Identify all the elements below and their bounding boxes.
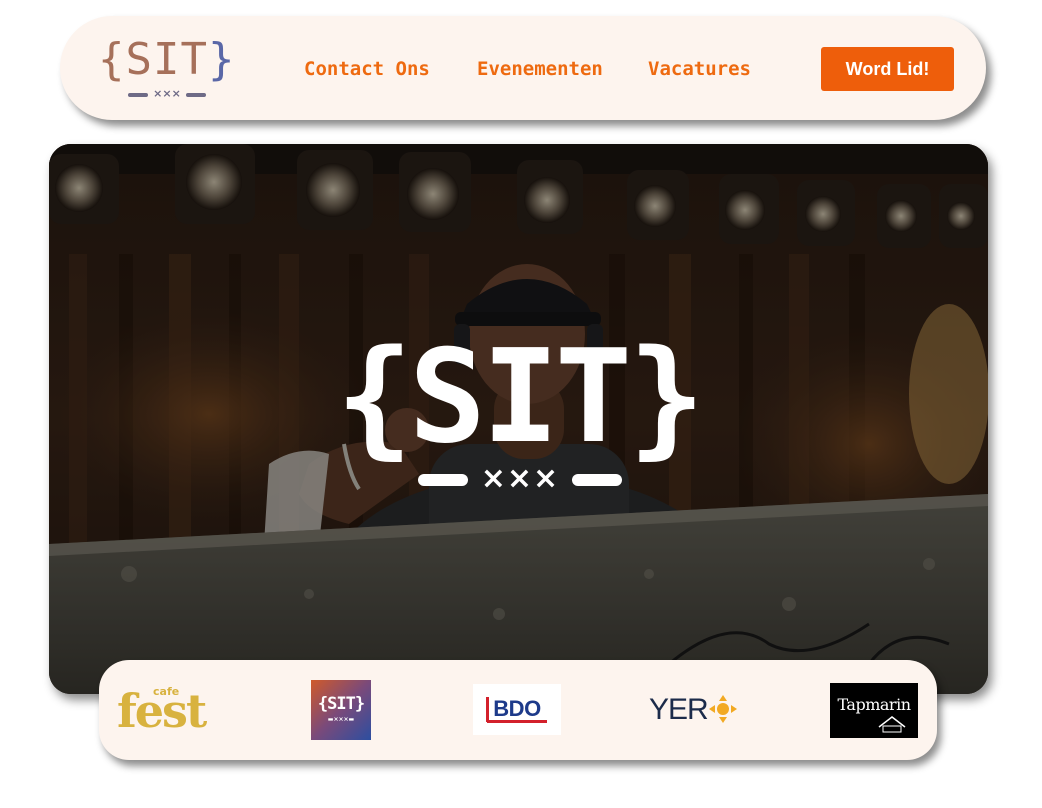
- sit-logo-wordmark: {SIT}: [98, 34, 236, 85]
- nav-link-vacatures[interactable]: Vacatures: [648, 56, 751, 82]
- partner-logos-bar: cafe fest {SIT} ▬×××▬ BDO YER Tapmarin: [99, 660, 937, 760]
- sit-logo[interactable]: {SIT} ×××: [98, 34, 236, 100]
- yer-emblem-icon: [709, 695, 737, 723]
- hero-banner: {SIT} ×××: [49, 144, 988, 694]
- nav-link-evenementen[interactable]: Evenementen: [477, 56, 603, 82]
- hero-sit-underline: ×××: [418, 462, 622, 496]
- nav-link-contact-ons[interactable]: Contact Ons: [304, 56, 430, 82]
- sit-logo-underline: ×××: [128, 87, 206, 100]
- tapmarin-roof-icon: [878, 716, 906, 733]
- hero-sit-wordmark: {SIT}: [335, 323, 705, 472]
- partner-logo-sit[interactable]: {SIT} ▬×××▬: [311, 680, 371, 740]
- word-lid-button[interactable]: Word Lid!: [821, 47, 954, 91]
- hero-sit-logo: {SIT} ×××: [49, 144, 988, 694]
- partner-logo-cafe-fest[interactable]: cafe fest: [117, 660, 213, 760]
- partner-logo-bdo[interactable]: BDO: [473, 684, 561, 735]
- partner-logo-tapmarin[interactable]: Tapmarin: [830, 683, 918, 738]
- partner-logo-yer[interactable]: YER: [649, 690, 745, 730]
- site-navbar: {SIT} ××× Contact Ons Evenementen Vacatu…: [60, 16, 986, 120]
